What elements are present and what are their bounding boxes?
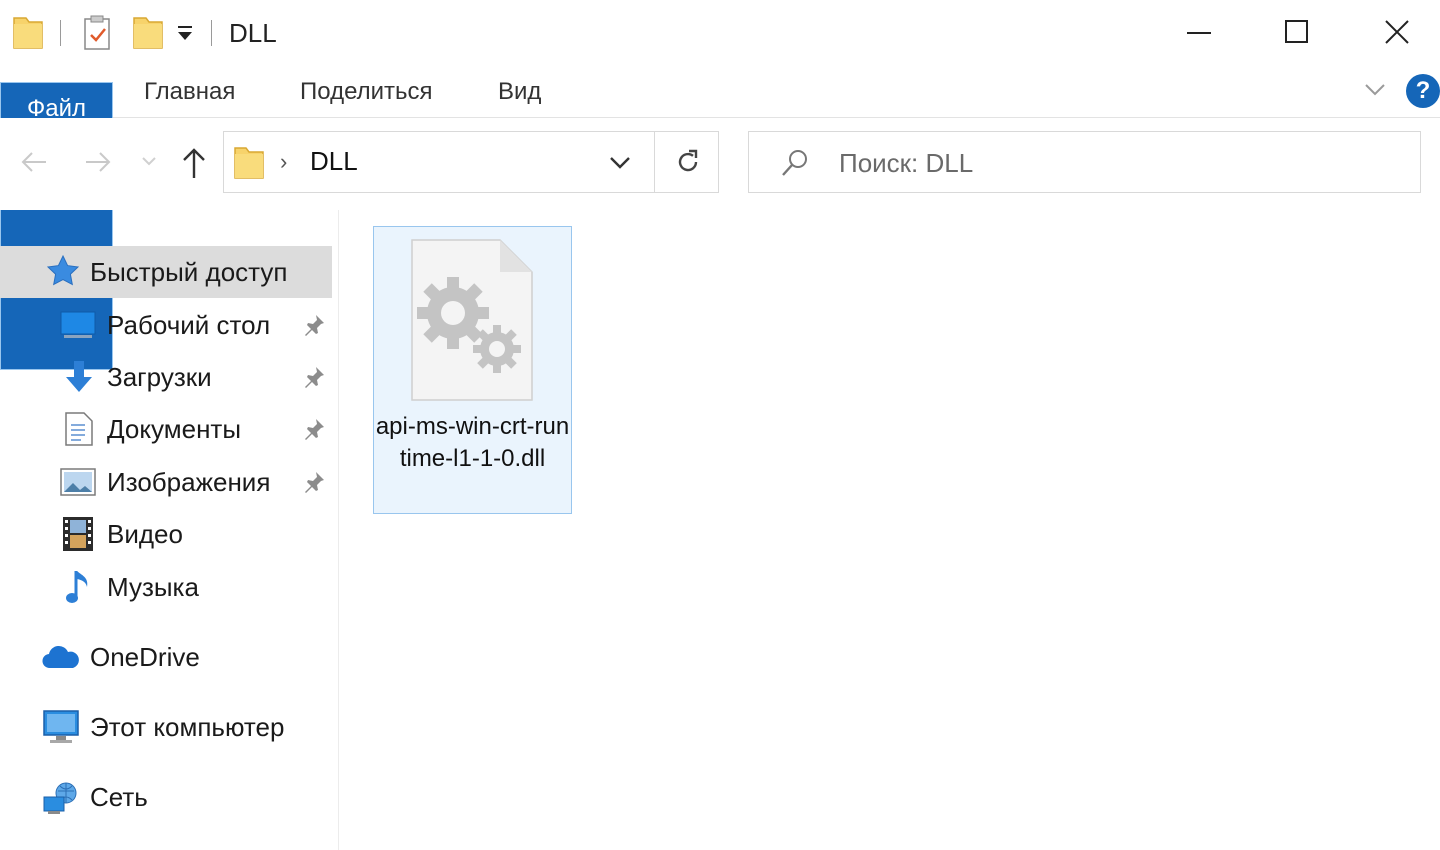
file-list: api-ms-win-crt-runtime-l1-1-0.dll xyxy=(339,210,1440,850)
desktop-icon xyxy=(60,311,96,344)
navigation-bar: › DLL xyxy=(0,118,1440,210)
sidebar-item-label: Загрузки xyxy=(107,362,212,392)
maximize-icon xyxy=(1285,20,1308,43)
computer-icon xyxy=(42,709,80,750)
minimize-icon xyxy=(1187,32,1211,34)
search-icon xyxy=(779,147,811,184)
pictures-icon xyxy=(60,468,96,501)
network-icon xyxy=(42,779,80,822)
file-item[interactable]: api-ms-win-crt-runtime-l1-1-0.dll xyxy=(373,226,572,514)
music-icon xyxy=(64,569,92,612)
sidebar-item-label: Изображения xyxy=(107,467,271,497)
tab-share[interactable]: Поделиться xyxy=(300,66,433,117)
pin-icon[interactable] xyxy=(302,470,326,499)
sidebar-item-downloads[interactable]: Загрузки xyxy=(0,351,332,403)
sidebar-item-label: Видео xyxy=(107,519,183,549)
documents-icon xyxy=(64,411,94,452)
dll-file-icon xyxy=(411,239,533,406)
forward-icon[interactable] xyxy=(82,148,114,181)
properties-icon[interactable] xyxy=(83,14,113,57)
video-icon xyxy=(62,516,94,557)
file-name: api-ms-win-crt-runtime-l1-1-0.dll xyxy=(375,413,570,472)
address-bar[interactable]: › DLL xyxy=(223,131,719,193)
search-input[interactable] xyxy=(837,144,1401,182)
customize-toolbar-icon[interactable] xyxy=(176,24,196,47)
search-box[interactable] xyxy=(748,131,1421,193)
sidebar-item-label: OneDrive xyxy=(90,642,200,672)
sidebar-item-label: Быстрый доступ xyxy=(90,257,288,287)
tab-home[interactable]: Главная xyxy=(144,66,235,117)
sidebar-item-video[interactable]: Видео xyxy=(0,508,332,560)
sidebar-item-quick-access[interactable]: Быстрый доступ xyxy=(0,246,332,298)
toolbar-separator xyxy=(60,20,61,46)
sidebar-item-pictures[interactable]: Изображения xyxy=(0,456,332,508)
expand-ribbon-icon[interactable] xyxy=(1364,82,1386,103)
help-icon[interactable]: ? xyxy=(1406,74,1440,108)
close-button[interactable] xyxy=(1367,8,1427,56)
breadcrumb-dll[interactable]: DLL xyxy=(310,146,358,177)
close-icon xyxy=(1385,20,1409,44)
tab-view[interactable]: Вид xyxy=(498,66,541,117)
address-divider xyxy=(654,132,655,192)
sidebar-item-label: Документы xyxy=(107,414,242,444)
sidebar-item-label: Рабочий стол xyxy=(107,310,271,340)
sidebar-item-this-pc[interactable]: Этот компьютер xyxy=(0,701,332,753)
back-icon[interactable] xyxy=(18,148,50,181)
breadcrumb-separator[interactable]: › xyxy=(280,149,287,175)
address-dropdown-icon[interactable] xyxy=(608,150,632,179)
sidebar-item-music[interactable]: Музыка xyxy=(0,561,332,613)
maximize-button[interactable] xyxy=(1267,8,1327,56)
sidebar-item-label: Этот компьютер xyxy=(90,712,285,742)
sidebar-item-documents[interactable]: Документы xyxy=(0,403,332,455)
folder-icon[interactable] xyxy=(12,14,44,55)
minimize-button[interactable] xyxy=(1168,8,1228,56)
pin-icon[interactable] xyxy=(302,313,326,342)
sidebar-item-network[interactable]: Сеть xyxy=(0,771,332,823)
sidebar-item-desktop[interactable]: Рабочий стол xyxy=(0,299,332,351)
up-icon[interactable] xyxy=(180,146,208,185)
new-folder-icon[interactable] xyxy=(132,14,164,55)
pin-icon[interactable] xyxy=(302,365,326,394)
refresh-icon[interactable] xyxy=(674,148,702,181)
downloads-icon xyxy=(62,359,96,400)
sidebar-item-label: Музыка xyxy=(107,572,199,602)
folder-icon xyxy=(234,144,264,185)
recent-locations-icon[interactable] xyxy=(141,154,157,172)
navigation-pane: Быстрый доступ Рабочий стол Загрузки Док… xyxy=(0,210,339,850)
star-icon xyxy=(46,254,80,293)
window-title: DLL xyxy=(229,18,277,48)
title-bar: DLL xyxy=(0,0,1440,66)
sidebar-item-onedrive[interactable]: OneDrive xyxy=(0,631,332,683)
ribbon-tabs: Файл Главная Поделиться Вид ? xyxy=(0,66,1440,370)
pin-icon[interactable] xyxy=(302,417,326,446)
sidebar-item-label: Сеть xyxy=(90,782,148,812)
cloud-icon xyxy=(42,644,80,675)
toolbar-separator xyxy=(211,20,212,46)
